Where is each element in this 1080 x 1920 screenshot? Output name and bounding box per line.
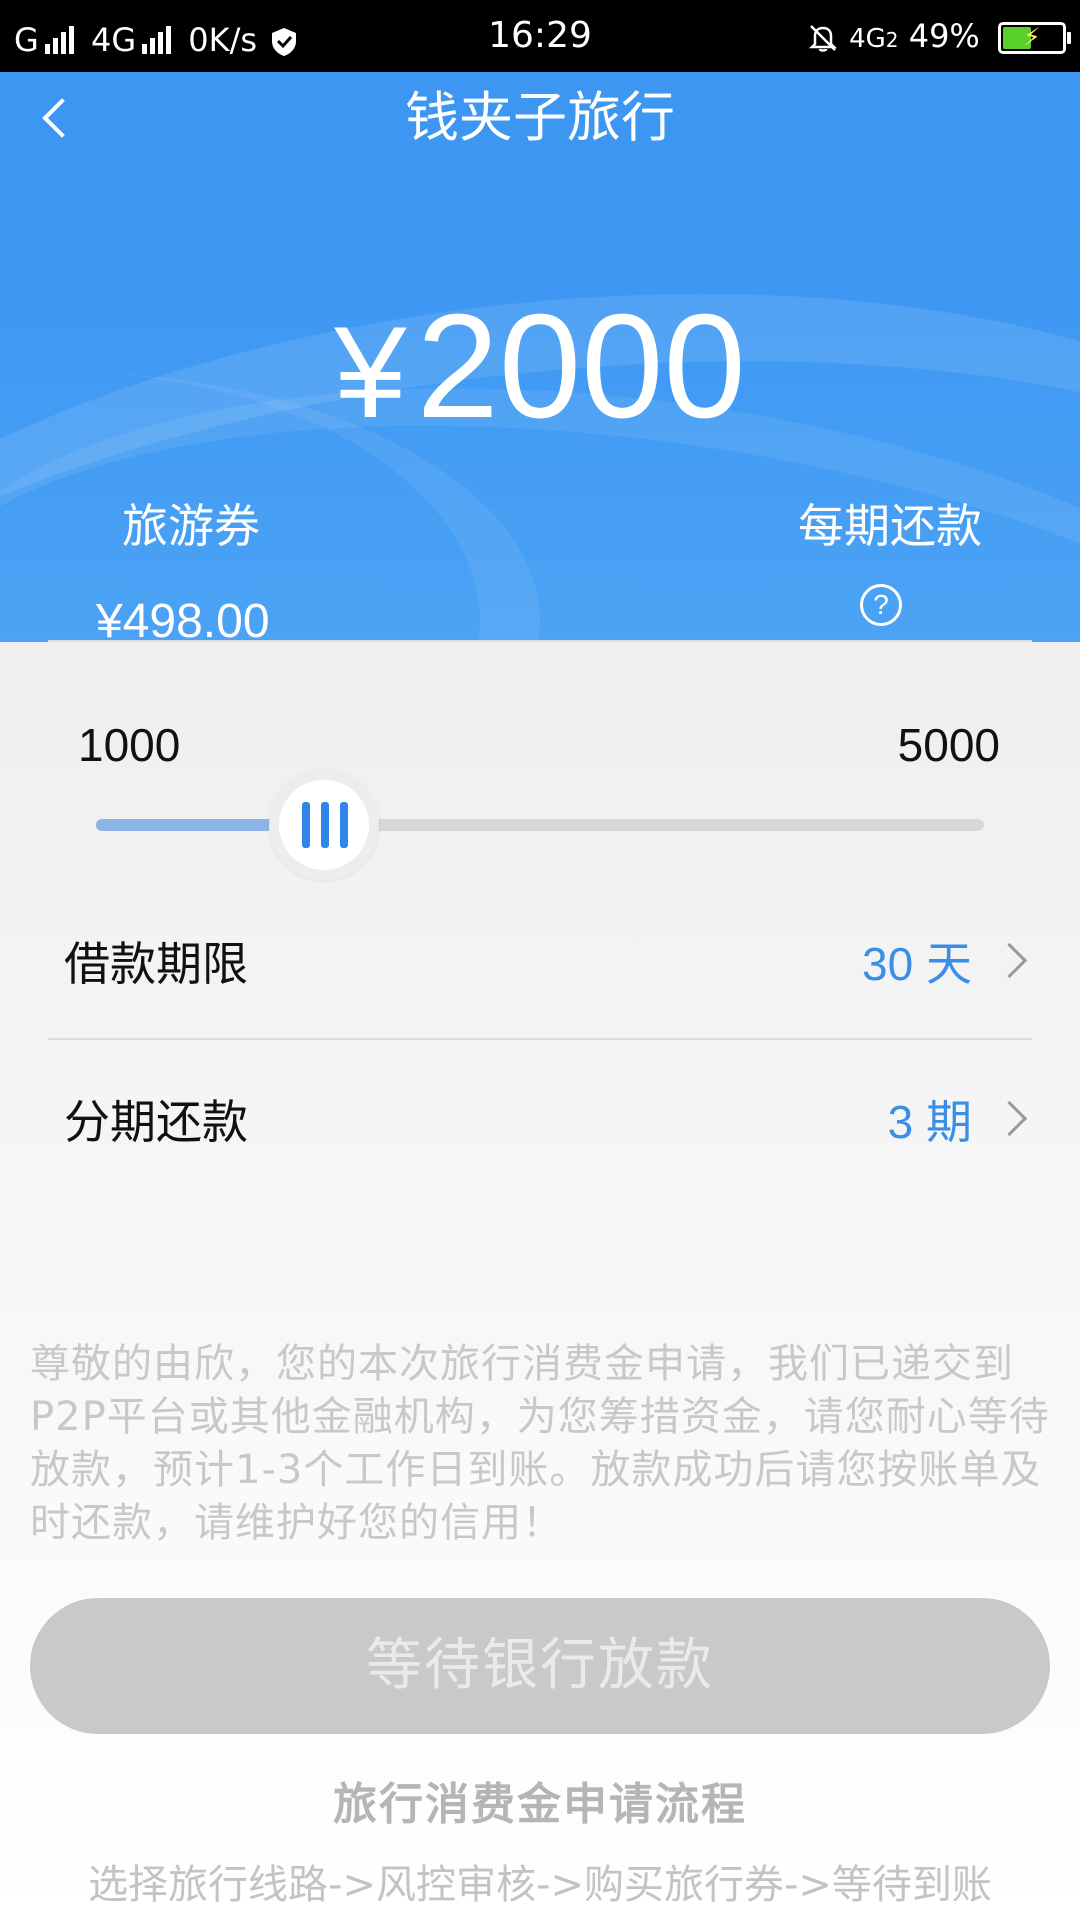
question-circle-icon[interactable]: ? bbox=[860, 584, 902, 626]
amount-slider-track[interactable] bbox=[96, 819, 984, 831]
network-type: 4G bbox=[849, 24, 886, 54]
chevron-right-icon bbox=[991, 942, 1028, 979]
slider-max-label: 5000 bbox=[897, 719, 1000, 771]
wait-for-bank-button[interactable]: 等待银行放款 bbox=[30, 1598, 1050, 1734]
currency-symbol: ¥ bbox=[334, 299, 407, 445]
battery-percent: 49% bbox=[908, 17, 980, 55]
status-bar: G 4G 0K/s 16:29 4G2 49% ⚡ bbox=[0, 0, 1080, 72]
drag-handle-icon bbox=[302, 802, 348, 848]
status-right-group: 4G2 49% ⚡ bbox=[807, 17, 1071, 58]
flow-title: 旅行消费金申请流程 bbox=[333, 1779, 747, 1830]
installment-label: 分期还款 bbox=[64, 1095, 248, 1149]
battery-icon: ⚡ bbox=[998, 22, 1071, 54]
loan-term-value: 30 天 bbox=[862, 938, 972, 990]
slider-min-label: 1000 bbox=[78, 719, 181, 771]
page-title: 钱夹子旅行 bbox=[405, 86, 675, 149]
voucher-value: ¥498.00 bbox=[96, 595, 270, 642]
voucher-label: 旅游券 bbox=[122, 499, 260, 553]
divider bbox=[48, 640, 1032, 642]
loan-term-row[interactable]: 借款期限 30 天 bbox=[48, 900, 1032, 1020]
divider bbox=[48, 1038, 1032, 1040]
loan-amount: ¥2000 bbox=[0, 292, 1080, 447]
notice-text: 尊敬的由欣，您的本次旅行消费金申请，我们已递交到P2P平台或其他金融机构，为您筹… bbox=[30, 1341, 1050, 1546]
amount-value: 2000 bbox=[416, 284, 746, 449]
flow-steps: 选择旅行线路->风控审核->购买旅行券->等待到账 bbox=[88, 1862, 992, 1908]
amount-slider-thumb[interactable] bbox=[269, 770, 379, 880]
installment-row[interactable]: 分期还款 3 期 bbox=[48, 1058, 1032, 1178]
mute-bell-icon bbox=[807, 22, 839, 54]
header-banner: 钱夹子旅行 ¥2000 旅游券 每期还款 bbox=[0, 72, 1080, 642]
repay-per-period-label: 每期还款 bbox=[798, 499, 982, 553]
chevron-right-icon bbox=[991, 1100, 1028, 1137]
installment-value: 3 期 bbox=[887, 1096, 972, 1148]
loan-term-label: 借款期限 bbox=[64, 937, 248, 991]
